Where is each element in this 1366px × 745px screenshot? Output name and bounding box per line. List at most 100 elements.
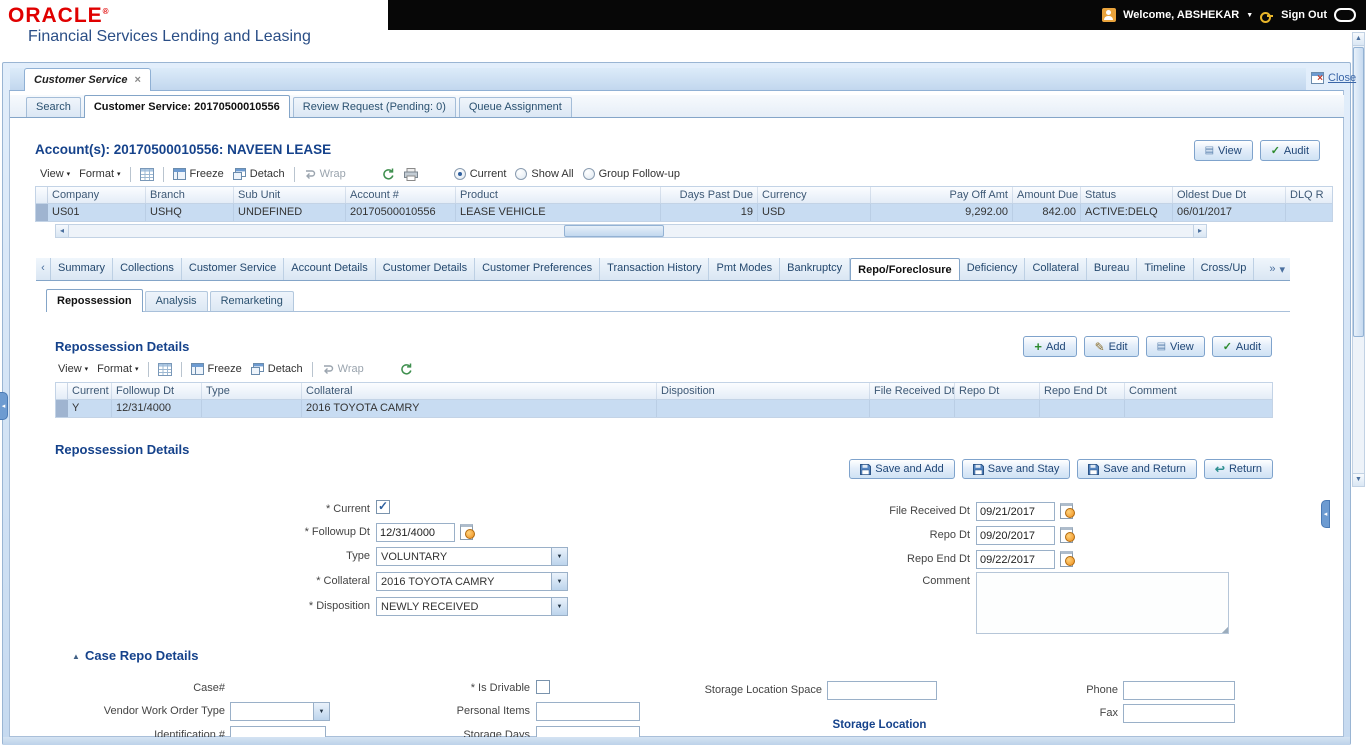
window-tab-customer-service[interactable]: Customer Service × — [24, 68, 151, 91]
welcome-menu[interactable]: Welcome, ABSHEKAR — [1123, 9, 1239, 21]
column-header[interactable]: Current — [68, 383, 112, 399]
column-header[interactable]: Disposition — [657, 383, 870, 399]
column-header[interactable]: Repo Dt — [955, 383, 1040, 399]
print-icon[interactable] — [403, 167, 418, 181]
close-window-icon[interactable] — [1311, 72, 1324, 84]
scroll-up-icon[interactable]: ▲ — [1353, 33, 1364, 46]
row-selector[interactable] — [36, 204, 48, 221]
column-header[interactable]: Pay Off Amt — [871, 187, 1013, 203]
collapse-left-panel-handle[interactable]: ◂ — [0, 392, 8, 420]
scrollbar-track[interactable] — [69, 225, 1193, 237]
column-header[interactable]: Branch — [146, 187, 234, 203]
column-header[interactable]: Collateral — [302, 383, 657, 399]
column-header[interactable]: Type — [202, 383, 302, 399]
tab-customer-service-account[interactable]: Customer Service: 20170500010556 — [83, 95, 290, 118]
phone-input[interactable] — [1123, 681, 1235, 700]
comment-textarea[interactable] — [976, 572, 1229, 634]
tab-search[interactable]: Search — [26, 97, 81, 117]
close-link[interactable]: Close — [1328, 72, 1356, 84]
type-select[interactable]: VOLUNTARY ▼ — [376, 547, 568, 566]
view-button[interactable]: ▤ View — [1193, 140, 1253, 161]
tab-collateral[interactable]: Collateral — [1025, 258, 1087, 280]
storage-location-space-input[interactable] — [827, 681, 937, 700]
dropdown-arrow-icon[interactable]: ▼ — [551, 573, 567, 590]
tabs-scroll-left-icon[interactable]: ‹ — [36, 258, 51, 280]
dropdown-arrow-icon[interactable]: ▼ — [551, 548, 567, 565]
calendar-icon[interactable] — [1060, 551, 1075, 567]
column-header[interactable]: DLQ R — [1286, 187, 1333, 203]
fax-input[interactable] — [1123, 704, 1235, 723]
refresh-icon[interactable] — [400, 363, 413, 376]
close-control[interactable]: Close — [1311, 72, 1356, 84]
save-and-stay-button[interactable]: Save and Stay — [961, 459, 1071, 479]
chevron-down-icon[interactable]: ▼ — [1246, 12, 1253, 19]
tab-review-request[interactable]: Review Request (Pending: 0) — [292, 97, 456, 117]
radio-show-all[interactable]: Show All — [515, 168, 574, 180]
view-menu[interactable]: View ▾ — [40, 168, 70, 180]
column-header[interactable]: File Received Dt — [870, 383, 955, 399]
sign-out-link[interactable]: Sign Out — [1281, 9, 1327, 21]
tab-timeline[interactable]: Timeline — [1137, 258, 1194, 280]
tab-pmt-modes[interactable]: Pmt Modes — [709, 258, 781, 280]
radio-icon[interactable] — [582, 168, 595, 180]
tab-repossession[interactable]: Repossession — [46, 289, 143, 312]
repo-end-dt-input[interactable] — [976, 550, 1055, 569]
scroll-right-icon[interactable]: ▸ — [1193, 225, 1206, 237]
vertical-scrollbar[interactable]: ▲ ▼ — [1352, 32, 1365, 487]
format-menu[interactable]: Format ▾ — [97, 363, 138, 375]
column-header[interactable]: Currency — [758, 187, 871, 203]
tab-close-icon[interactable]: × — [135, 74, 141, 86]
repossession-grid-row[interactable]: Y 12/31/4000 2016 TOYOTA CAMRY — [55, 400, 1273, 418]
tab-collections[interactable]: Collections — [113, 258, 182, 280]
calendar-icon[interactable] — [1060, 527, 1075, 543]
tab-account-details[interactable]: Account Details — [284, 258, 376, 280]
export-icon[interactable] — [139, 167, 154, 181]
export-icon[interactable] — [157, 362, 172, 376]
resize-grip-icon[interactable]: ◢ — [1222, 625, 1228, 634]
scroll-left-icon[interactable]: ◂ — [56, 225, 69, 237]
collateral-select[interactable]: 2016 TOYOTA CAMRY ▼ — [376, 572, 568, 591]
scrollbar-thumb[interactable] — [564, 225, 664, 237]
tab-remarketing[interactable]: Remarketing — [209, 291, 294, 311]
radio-current[interactable]: Current — [453, 168, 506, 180]
collapse-right-panel-handle[interactable]: ◂ — [1321, 500, 1330, 528]
scrollbar-thumb[interactable] — [1353, 47, 1364, 337]
followup-dt-input[interactable] — [376, 523, 455, 542]
tab-bureau[interactable]: Bureau — [1087, 258, 1138, 280]
detach-button[interactable]: Detach — [250, 363, 303, 375]
dropdown-arrow-icon[interactable]: ▼ — [551, 598, 567, 615]
tab-analysis[interactable]: Analysis — [144, 291, 208, 311]
column-header[interactable]: Followup Dt — [112, 383, 202, 399]
freeze-button[interactable]: Freeze — [172, 168, 224, 180]
calendar-icon[interactable] — [460, 524, 475, 540]
column-header[interactable]: Status — [1081, 187, 1173, 203]
is-drivable-checkbox[interactable] — [536, 680, 550, 694]
tab-customer-service[interactable]: Customer Service — [182, 258, 285, 280]
disposition-select[interactable]: NEWLY RECEIVED ▼ — [376, 597, 568, 616]
freeze-button[interactable]: Freeze — [190, 363, 242, 375]
tab-customer-preferences[interactable]: Customer Preferences — [475, 258, 601, 280]
account-grid-row[interactable]: US01 USHQ UNDEFINED 20170500010556 LEASE… — [35, 204, 1333, 222]
refresh-icon[interactable] — [382, 168, 395, 181]
column-header[interactable]: Days Past Due — [661, 187, 758, 203]
personal-items-input[interactable] — [536, 702, 640, 721]
tabs-scroll-right-icon[interactable]: » — [1269, 263, 1275, 275]
view-button[interactable]: ▤ View — [1145, 336, 1205, 357]
repo-dt-input[interactable] — [976, 526, 1055, 545]
radio-icon[interactable] — [515, 168, 528, 180]
column-header[interactable]: Comment — [1125, 383, 1273, 399]
current-checkbox[interactable] — [376, 499, 390, 514]
format-menu[interactable]: Format ▾ — [79, 168, 120, 180]
add-button[interactable]: + Add — [1023, 336, 1077, 357]
calendar-icon[interactable] — [1060, 503, 1075, 519]
column-header[interactable]: Company — [48, 187, 146, 203]
column-header[interactable]: Sub Unit — [234, 187, 346, 203]
row-selector[interactable] — [56, 400, 68, 417]
tab-summary[interactable]: Summary — [51, 258, 114, 280]
column-header[interactable]: Amount Due — [1013, 187, 1081, 203]
tab-repo-foreclosure[interactable]: Repo/Foreclosure — [850, 258, 960, 280]
tab-customer-details[interactable]: Customer Details — [376, 258, 476, 280]
column-header[interactable]: Repo End Dt — [1040, 383, 1125, 399]
radio-group-follow-up[interactable]: Group Follow-up — [582, 168, 680, 180]
horizontal-scrollbar[interactable]: ◂ ▸ — [55, 224, 1207, 238]
